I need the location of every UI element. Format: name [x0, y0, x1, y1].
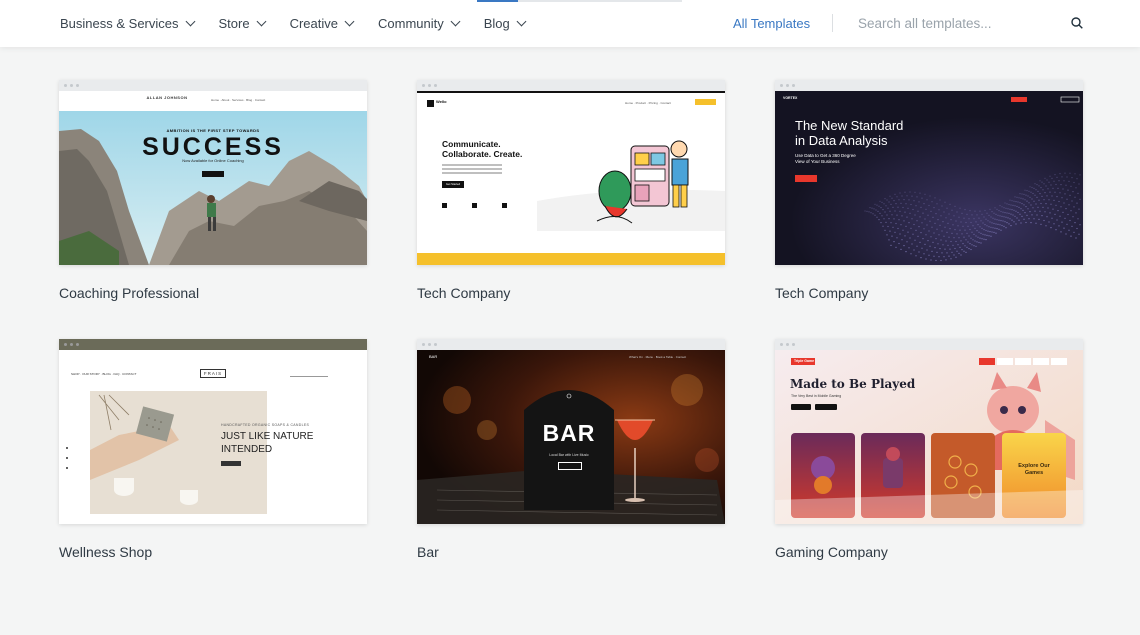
preview-tech-data: VORTEX The New Standard in Data Analysis…	[775, 91, 1083, 265]
nav-creative[interactable]: Creative	[289, 16, 355, 31]
nav-label: Business & Services	[60, 16, 179, 31]
gaming-headline: Made to Be Played	[790, 377, 916, 391]
browser-chrome	[59, 80, 367, 91]
chevron-down-icon	[450, 16, 461, 27]
browser-chrome	[775, 80, 1083, 91]
data-subline-1: Use Data to Get a 360 Degree	[795, 153, 856, 158]
bar-logo: BAR	[429, 354, 438, 359]
category-nav: Business & Services Store Creative Commu…	[60, 0, 550, 47]
search-input[interactable]	[858, 12, 1058, 34]
coaching-nav-text: Home · About · Services · Blog · Contact	[211, 98, 266, 102]
template-card-tech-company-1[interactable]: Wello Home · Product · Pricing · Contact…	[417, 80, 725, 301]
bar-headline: BAR	[542, 420, 596, 446]
search-icon[interactable]	[1071, 17, 1083, 29]
nav-community[interactable]: Community	[378, 16, 461, 31]
browser-chrome	[417, 339, 725, 350]
gaming-tile-label-1: Explore Our	[1018, 463, 1050, 469]
gaming-tile-label-2: Games	[1024, 470, 1044, 476]
gaming-sub: The Very Best in Mobile Gaming	[791, 394, 842, 398]
template-thumbnail[interactable]: VORTEX The New Standard in Data Analysis…	[775, 80, 1083, 265]
preview-coaching: ALLAN JOHNSON Home · About · Services · …	[59, 91, 367, 265]
nav-label: Store	[218, 16, 250, 31]
wellness-photo	[66, 391, 267, 514]
nav-store[interactable]: Store	[218, 16, 267, 31]
nav-label: Blog	[483, 16, 510, 31]
wellness-headline-2: INTENDED	[221, 444, 273, 455]
nav-blog[interactable]: Blog	[483, 16, 527, 31]
nav-business-services[interactable]: Business & Services	[60, 16, 195, 31]
coaching-cta	[202, 171, 224, 177]
gaming-logo: Triple Game	[794, 359, 815, 363]
chevron-down-icon	[344, 16, 355, 27]
template-thumbnail[interactable]: Wello Home · Product · Pricing · Contact…	[417, 80, 725, 265]
preview-tech-wello: Wello Home · Product · Pricing · Contact…	[417, 91, 725, 265]
template-card-bar[interactable]: BAR What's On · Menu · Book a Table · Co…	[417, 339, 725, 560]
preview-bar: BAR What's On · Menu · Book a Table · Co…	[417, 350, 725, 524]
coaching-scene	[59, 91, 367, 265]
template-thumbnail[interactable]: SHOP · OUR STORY · BLOG · FAQ · CONTACT …	[59, 339, 367, 524]
top-navigation-bar: Business & Services Store Creative Commu…	[0, 0, 1140, 47]
template-card-coaching[interactable]: ALLAN JOHNSON Home · About · Services · …	[59, 80, 367, 301]
chevron-down-icon	[516, 16, 527, 27]
template-card-wellness-shop[interactable]: SHOP · OUR STORY · BLOG · FAQ · CONTACT …	[59, 339, 367, 560]
nav-label: Community	[378, 16, 444, 31]
wellness-eyebrow: HANDCRAFTED ORGANIC SOAPS & CANDLES	[221, 423, 310, 427]
template-title[interactable]: Coaching Professional	[59, 285, 367, 301]
template-card-gaming-company[interactable]: Triple Game Made to Be Played The Very B…	[775, 339, 1083, 560]
bar-cta	[558, 462, 582, 470]
template-title[interactable]: Tech Company	[775, 285, 1083, 301]
template-title[interactable]: Gaming Company	[775, 544, 1083, 560]
template-thumbnail[interactable]: ALLAN JOHNSON Home · About · Services · …	[59, 80, 367, 265]
bar-nav-text: What's On · Menu · Book a Table · Contac…	[629, 355, 687, 359]
coaching-subline: Now Available for Online Coaching	[182, 158, 244, 163]
chevron-down-icon	[185, 16, 195, 27]
preview-wellness: SHOP · OUR STORY · BLOG · FAQ · CONTACT …	[59, 350, 367, 524]
chevron-down-icon	[256, 16, 267, 27]
template-thumbnail[interactable]: Triple Game Made to Be Played The Very B…	[775, 339, 1083, 524]
all-templates-link[interactable]: All Templates	[733, 16, 810, 31]
bar-subline: Local Bar with Live Music	[549, 453, 589, 457]
preview-gaming: Triple Game Made to Be Played The Very B…	[775, 350, 1083, 524]
data-subline-2: View of Your Business	[795, 159, 840, 164]
data-logo: VORTEX	[783, 96, 798, 100]
browser-chrome	[775, 339, 1083, 350]
template-title[interactable]: Tech Company	[417, 285, 725, 301]
browser-chrome	[417, 80, 725, 91]
template-title[interactable]: Wellness Shop	[59, 544, 367, 560]
template-card-tech-company-2[interactable]: VORTEX The New Standard in Data Analysis…	[775, 80, 1083, 301]
wellness-headline-1: JUST LIKE NATURE	[221, 431, 314, 442]
template-thumbnail[interactable]: BAR What's On · Menu · Book a Table · Co…	[417, 339, 725, 524]
data-headline-2: in Data Analysis	[795, 133, 888, 148]
nav-label: Creative	[289, 16, 338, 31]
browser-chrome	[59, 339, 367, 350]
template-title[interactable]: Bar	[417, 544, 725, 560]
wello-illustration	[417, 140, 725, 265]
divider	[832, 14, 833, 32]
data-headline-1: The New Standard	[795, 118, 904, 133]
